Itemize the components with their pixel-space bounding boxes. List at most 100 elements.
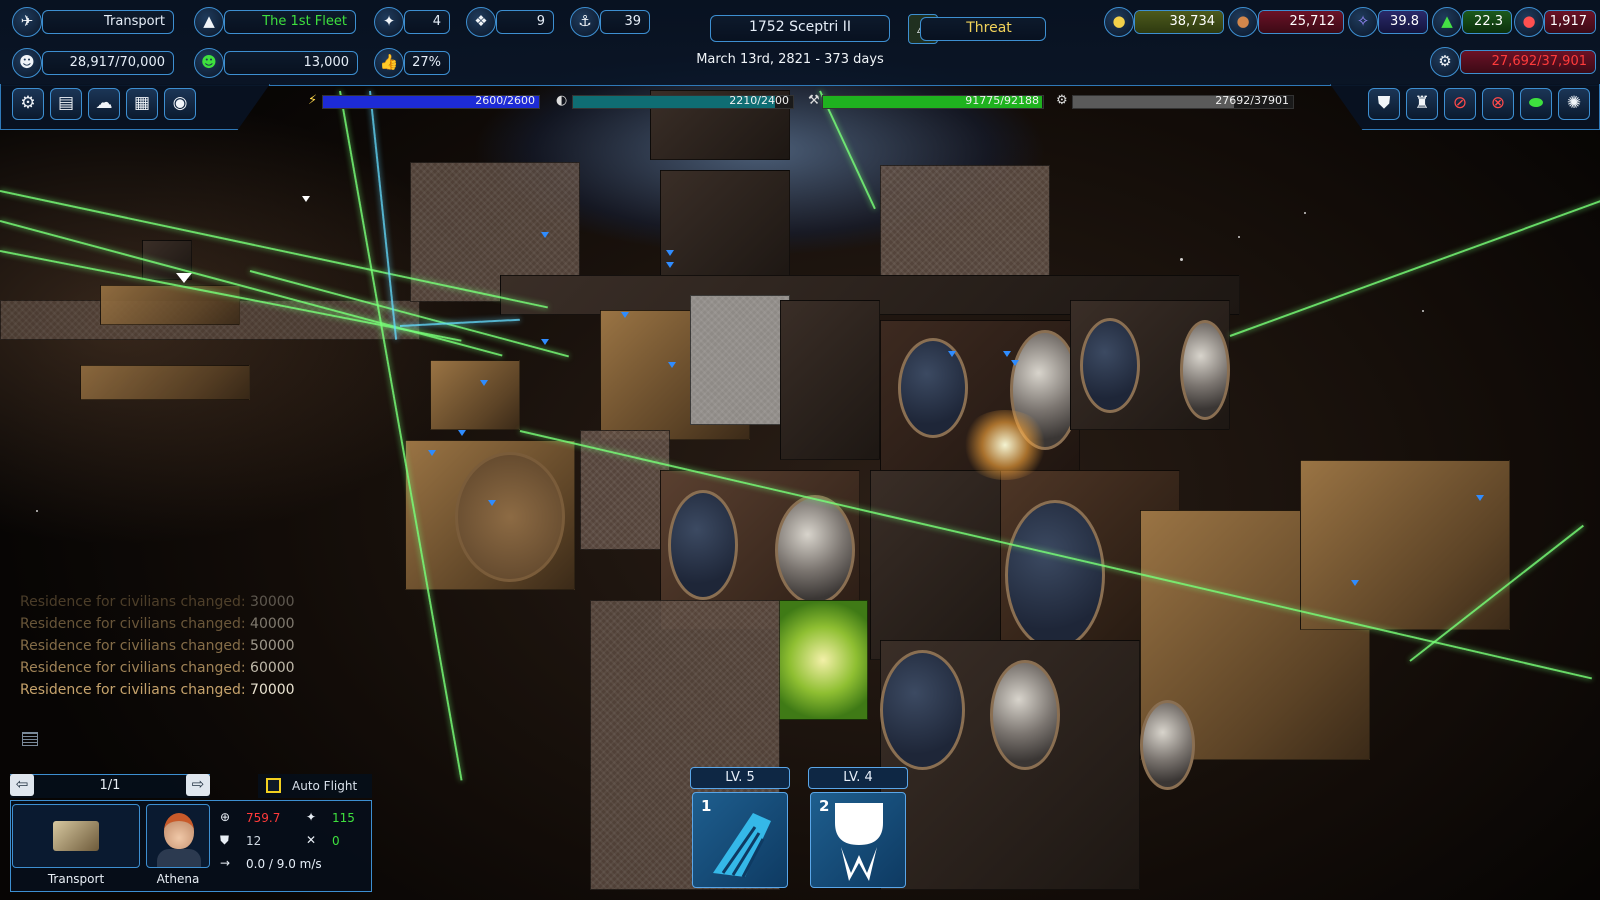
auto-flight-checkbox[interactable] bbox=[266, 778, 281, 793]
no-missile-icon[interactable]: ⊘ bbox=[1444, 88, 1476, 120]
fighter-icon: ✦ bbox=[374, 7, 404, 37]
fleet-icon: ▲ bbox=[194, 7, 224, 37]
bio-field: 22.3 bbox=[1462, 10, 1512, 34]
unit-marker[interactable] bbox=[668, 362, 676, 368]
unit-marker[interactable] bbox=[488, 500, 496, 506]
hull-block bbox=[780, 300, 880, 460]
porthole bbox=[898, 338, 968, 438]
ship-name-field[interactable]: Transport bbox=[42, 10, 174, 34]
repair-icon: ✕ bbox=[306, 833, 317, 847]
unit-marker[interactable] bbox=[666, 262, 674, 268]
crew-icon: ☻ bbox=[194, 48, 224, 78]
crystal-field: 39.8 bbox=[1378, 10, 1428, 34]
engine-flare bbox=[960, 410, 1050, 480]
unit-marker[interactable] bbox=[428, 450, 436, 456]
star bbox=[1180, 258, 1183, 261]
ship-count: 9 bbox=[496, 10, 554, 34]
selected-ship-marker[interactable] bbox=[176, 273, 192, 283]
hull-bar: 91775/92188 bbox=[822, 94, 1044, 109]
log-entry: Residence for civilians changed: 70000 bbox=[20, 682, 295, 698]
skill-2-card[interactable]: 2 bbox=[810, 792, 906, 888]
ship-icon: ❖ bbox=[466, 7, 496, 37]
porthole bbox=[1180, 320, 1230, 420]
fighters-icon: ✦ bbox=[306, 810, 317, 824]
hull-block bbox=[660, 170, 790, 280]
cargo-bar-icon: ⚙ bbox=[1056, 93, 1068, 108]
skill-1-card[interactable]: 1 bbox=[692, 792, 788, 888]
unit-marker[interactable] bbox=[480, 380, 488, 386]
settings-icon[interactable]: ⚙ bbox=[12, 88, 44, 120]
log-entry-text: Residence for civilians changed: bbox=[20, 616, 251, 632]
unit-marker[interactable] bbox=[948, 351, 956, 357]
waypoint-marker[interactable] bbox=[302, 196, 310, 202]
speed-arrow-icon: → bbox=[220, 856, 231, 870]
log-entry-text: Residence for civilians changed: bbox=[20, 660, 251, 676]
factory-icon[interactable]: ♜ bbox=[1406, 88, 1438, 120]
game-viewport[interactable] bbox=[0, 0, 1600, 900]
star bbox=[1422, 310, 1424, 312]
transport-ship-icon: ✈ bbox=[12, 7, 42, 37]
crew-field: 13,000 bbox=[224, 51, 358, 75]
speed-value: 0.0 / 9.0 m/s bbox=[246, 857, 322, 871]
unit-marker[interactable] bbox=[1011, 360, 1019, 366]
shield-bar-text: 2210/2400 bbox=[729, 94, 789, 107]
prev-arrow-icon[interactable]: ⇦ bbox=[10, 774, 34, 796]
next-arrow-icon[interactable]: ⇨ bbox=[186, 774, 210, 796]
unit-marker[interactable] bbox=[666, 250, 674, 256]
unit-marker[interactable] bbox=[541, 232, 549, 238]
station-icon: ⚓ bbox=[570, 7, 600, 37]
unit-marker[interactable] bbox=[1003, 351, 1011, 357]
hull-bar-text: 91775/92188 bbox=[965, 94, 1039, 107]
captain-face-icon bbox=[164, 813, 194, 849]
cargo-bar-fill bbox=[1073, 96, 1234, 108]
news-icon[interactable]: ▦ bbox=[126, 88, 158, 120]
energy-icon: ⚡ bbox=[308, 93, 318, 108]
shield-bar: 2210/2400 bbox=[572, 94, 794, 109]
ore-icon: ● bbox=[1228, 7, 1258, 37]
station-count: 39 bbox=[600, 10, 650, 34]
glow-module bbox=[778, 600, 868, 720]
approval-field: 27% bbox=[404, 51, 450, 75]
skill-2-level: LV. 4 bbox=[808, 767, 908, 789]
population-icon: ☻ bbox=[12, 48, 42, 78]
captain-portrait[interactable] bbox=[146, 804, 210, 868]
captain-portrait-label: Athena bbox=[156, 872, 200, 886]
fleet-name-field[interactable]: The 1st Fleet bbox=[224, 10, 356, 34]
approval-icon: 👍 bbox=[374, 48, 404, 78]
unit-marker[interactable] bbox=[1476, 495, 1484, 501]
laser-beam bbox=[1229, 191, 1600, 337]
log-entry-text: Residence for civilians changed: bbox=[20, 682, 251, 698]
starfield-icon[interactable]: ✺ bbox=[1558, 88, 1590, 120]
log-toggle-icon[interactable] bbox=[22, 732, 38, 746]
credits-icon: ● bbox=[1104, 7, 1134, 37]
porthole bbox=[880, 650, 965, 770]
ship-portrait[interactable] bbox=[12, 804, 140, 868]
star bbox=[1304, 212, 1306, 214]
brain-icon[interactable]: ☁ bbox=[88, 88, 120, 120]
unit-marker[interactable] bbox=[621, 312, 629, 318]
storage-icon: ⚙ bbox=[1430, 47, 1460, 77]
mesh-module bbox=[690, 295, 790, 425]
log-entry: Residence for civilians changed: 60000 bbox=[20, 660, 295, 676]
threat-button[interactable]: Threat bbox=[920, 17, 1046, 41]
green-planet-icon[interactable]: ⬬ bbox=[1520, 88, 1552, 120]
cargo-bar-text: 27692/37901 bbox=[1215, 94, 1289, 107]
log-entry: Residence for civilians changed: 50000 bbox=[20, 638, 295, 654]
location-field[interactable]: 1752 Sceptri II bbox=[710, 15, 890, 42]
crystal-icon: ✧ bbox=[1348, 7, 1378, 37]
unit-marker[interactable] bbox=[541, 339, 549, 345]
shield-icon[interactable]: ⛊ bbox=[1368, 88, 1400, 120]
signal-icon[interactable]: ◉ bbox=[164, 88, 196, 120]
documents-icon[interactable]: ▤ bbox=[50, 88, 82, 120]
station-module bbox=[100, 285, 240, 325]
cargo-bar: 27692/37901 bbox=[1072, 94, 1294, 109]
no-weapon-icon[interactable]: ⊗ bbox=[1482, 88, 1514, 120]
ship-portrait-label: Transport bbox=[47, 872, 105, 886]
porthole bbox=[1140, 700, 1195, 790]
unit-marker[interactable] bbox=[1351, 580, 1359, 586]
log-entry-text: Residence for civilians changed: bbox=[20, 594, 251, 610]
wing-icon bbox=[713, 813, 771, 878]
hull-block bbox=[870, 470, 1010, 660]
unit-marker[interactable] bbox=[458, 430, 466, 436]
porthole bbox=[1005, 500, 1105, 650]
